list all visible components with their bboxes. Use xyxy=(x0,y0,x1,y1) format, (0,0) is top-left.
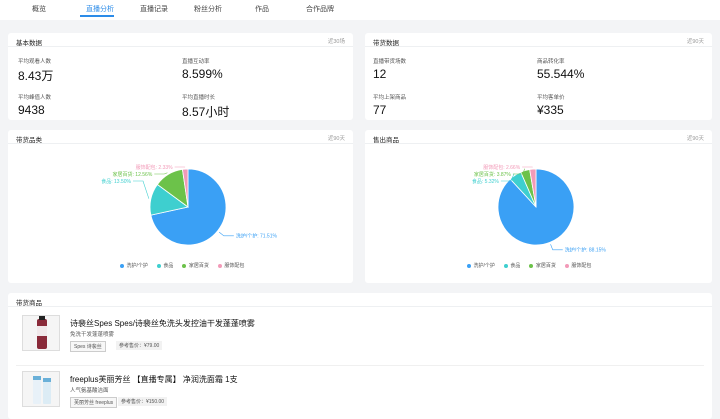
products-card: 带货商品 诗裴丝Spes Spes/诗裴丝免洗头发控油干发蓬蓬喷雾 免洗干发蓬蓬… xyxy=(8,293,712,419)
chart-legend: 洗护/个护 食品 家居百货 服饰配包 xyxy=(467,262,591,269)
tab-overview[interactable]: 概览 xyxy=(32,4,46,14)
sold-goods-pie-card: 售出商品 近90天 洗护/个护: 88.15% 食品: 5.32% 家居百货: 3.… xyxy=(365,130,712,283)
product-subtitle: 免洗干发蓬蓬喷雾 xyxy=(70,332,115,338)
cleanser-tube-icon xyxy=(33,376,51,404)
divider xyxy=(8,306,712,307)
divider xyxy=(365,46,712,47)
metric-label: 平均直播时长 xyxy=(182,95,216,101)
legend-label: 服饰配包 xyxy=(571,263,592,269)
metric-label: 商品转化率 xyxy=(537,59,565,65)
legend-item[interactable]: 食品 xyxy=(156,262,174,269)
product-subtitle: 人气氨基酸洁面 xyxy=(70,388,109,394)
legend-dot xyxy=(156,263,161,268)
slice-data-label: 食品: 5.32% xyxy=(472,178,500,185)
category-pie-card: 带货品类 近90天 洗护/个护: 71.51% 食品: 13.50% 家居百货: 1… xyxy=(8,130,353,283)
divider xyxy=(16,365,704,366)
slice-data-label: 洗护/个护: 88.15% xyxy=(565,247,607,254)
brand-tag[interactable]: Spes 诗裴丝 xyxy=(70,341,106,352)
tab-partner-brands[interactable]: 合作品牌 xyxy=(306,4,334,14)
slice-data-label: 服饰配包: 2.66% xyxy=(483,164,521,171)
product-image[interactable] xyxy=(22,315,60,351)
chart-legend: 洗护/个护 食品 家居百货 服饰配包 xyxy=(120,262,244,269)
slice-data-label: 家居百货: 3.87% xyxy=(474,171,512,178)
legend-label: 洗护/个护 xyxy=(473,263,495,269)
legend-item[interactable]: 洗护/个护 xyxy=(467,262,495,269)
metric-value: ¥335 xyxy=(537,103,564,117)
legend-item[interactable]: 家居百货 xyxy=(182,262,209,269)
legend-item[interactable]: 食品 xyxy=(503,262,521,269)
tab-live-analysis[interactable]: 直播分析 xyxy=(86,4,114,14)
legend-label: 食品 xyxy=(510,263,521,269)
range-label: 近30场 xyxy=(327,39,345,45)
product-row[interactable]: 诗裴丝Spes Spes/诗裴丝免洗头发控油干发蓬蓬喷雾 免洗干发蓬蓬喷雾 Sp… xyxy=(8,315,712,359)
legend-label: 食品 xyxy=(163,263,174,269)
slice-data-label: 食品: 13.50% xyxy=(101,178,131,185)
tab-bar: 概览 直播分析 直播记录 粉丝分析 作品 合作品牌 xyxy=(0,0,720,20)
legend-label: 家居百货 xyxy=(188,263,209,269)
legend-item[interactable]: 洗护/个护 xyxy=(120,262,148,269)
slice-data-label: 家居百货: 12.56% xyxy=(113,171,153,178)
legend-label: 家居百货 xyxy=(535,263,556,269)
metric-label: 直播带货场数 xyxy=(373,59,407,65)
product-row[interactable]: freeplus芙丽芳丝 【直播专属】 净润洗面霜 1支 人气氨基酸洁面 芙丽芳… xyxy=(8,371,712,415)
legend-label: 洗护/个护 xyxy=(126,263,148,269)
metric-label: 平均上架商品 xyxy=(373,95,407,101)
metric-value: 12 xyxy=(373,67,387,81)
label-leader-line xyxy=(218,231,234,237)
sold-goods-pie-chart: 洗护/个护: 88.15% 食品: 5.32%家居百货: 3.87%服饰配包: 2… xyxy=(472,164,607,254)
metric-label: 平均峰值人数 xyxy=(18,95,52,101)
product-image[interactable] xyxy=(22,371,60,407)
legend-dot xyxy=(467,263,471,268)
legend-item[interactable]: 服饰配包 xyxy=(564,262,592,269)
label-leader-line xyxy=(154,172,168,175)
category-pie-chart: 洗护/个护: 71.51% 食品: 13.50%家居百货: 12.56%服饰配包:… xyxy=(101,164,278,246)
legend-dot xyxy=(120,263,124,268)
slice-data-label: 服饰配包: 2.33% xyxy=(136,164,174,171)
legend-dot xyxy=(529,263,534,268)
metric-label: 平均观看人数 xyxy=(18,59,52,65)
active-tab-indicator xyxy=(80,15,114,17)
legend-dot xyxy=(182,263,187,268)
legend-label: 服饰配包 xyxy=(224,263,245,269)
metric-value: 9438 xyxy=(18,103,45,117)
label-leader-line xyxy=(133,180,150,199)
legend-dot xyxy=(564,263,569,268)
metric-value: 8.43万 xyxy=(18,69,54,83)
reference-price: 参考售价：¥150.00 xyxy=(118,397,168,406)
legend-item[interactable]: 家居百货 xyxy=(529,262,556,269)
reference-price: 参考售价：¥79.00 xyxy=(116,341,163,350)
product-name[interactable]: 诗裴丝Spes Spes/诗裴丝免洗头发控油干发蓬蓬喷雾 xyxy=(70,318,255,329)
divider xyxy=(8,46,353,47)
metric-value: 55.544% xyxy=(537,67,585,81)
legend-item[interactable]: 服饰配包 xyxy=(217,262,245,269)
slice-data-label: 洗护/个护: 71.51% xyxy=(236,233,278,240)
legend-dot xyxy=(503,263,508,268)
metric-value: 8.599% xyxy=(182,67,223,81)
label-leader-line xyxy=(550,244,563,251)
goods-data-card: 带货数据 近90天 直播带货场数 12 商品转化率 55.544% 平均上架商品… xyxy=(365,33,712,120)
metric-value: 8.57小时 xyxy=(182,105,230,119)
spray-bottle-icon xyxy=(37,316,47,349)
basic-data-card: 基本数据 近30场 平均观看人数 8.43万 直播互动率 8.599% 平均峰值… xyxy=(8,33,353,120)
legend-dot xyxy=(217,263,222,268)
product-name[interactable]: freeplus芙丽芳丝 【直播专属】 净润洗面霜 1支 xyxy=(70,374,238,385)
tab-works[interactable]: 作品 xyxy=(255,4,269,14)
metric-value: 77 xyxy=(373,103,387,117)
range-label: 近90天 xyxy=(686,39,704,45)
metric-label: 平均客单价 xyxy=(537,95,565,101)
tab-live-records[interactable]: 直播记录 xyxy=(140,4,168,14)
tab-fans-analysis[interactable]: 粉丝分析 xyxy=(194,4,222,14)
brand-tag[interactable]: 芙丽芳丝 freeplus xyxy=(70,397,118,408)
metric-label: 直播互动率 xyxy=(182,59,210,65)
